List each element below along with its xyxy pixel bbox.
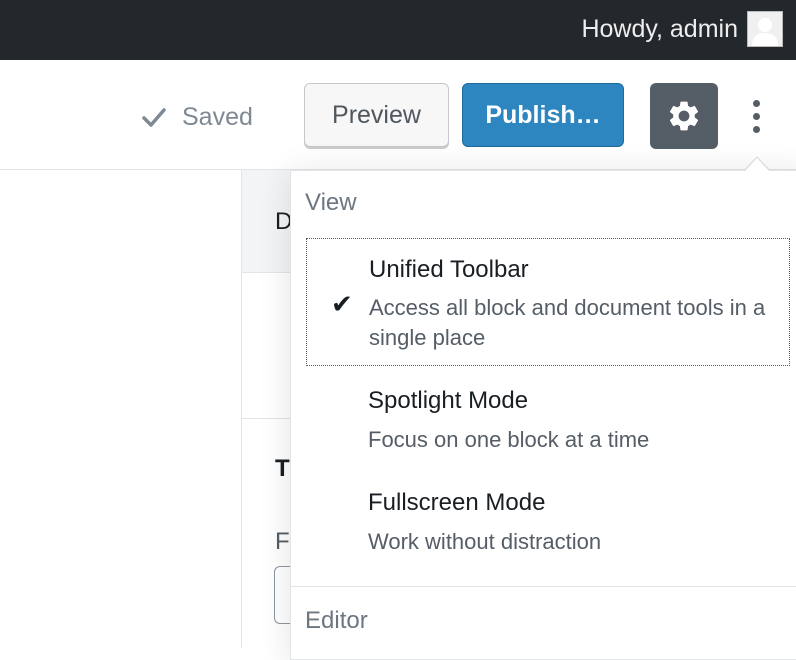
preview-button[interactable]: Preview <box>304 83 449 147</box>
publish-button[interactable]: Publish… <box>462 83 624 147</box>
more-tools-button[interactable] <box>738 92 774 140</box>
checkmark-icon <box>142 108 166 127</box>
admin-bar: Howdy, admin <box>0 0 796 60</box>
checkmark-icon: ✔ <box>331 289 353 319</box>
menu-item-spotlight-mode[interactable]: Spotlight Mode Focus on one block at a t… <box>306 372 790 462</box>
menu-item-title: Fullscreen Mode <box>368 489 546 516</box>
menu-item-description: Work without distraction <box>368 529 602 554</box>
menu-item-title: Unified Toolbar <box>369 256 529 283</box>
vertical-ellipsis-icon <box>752 112 760 120</box>
user-avatar-icon <box>752 18 778 46</box>
gear-icon <box>669 101 699 131</box>
menu-item-fullscreen-mode[interactable]: Fullscreen Mode Work without distraction <box>306 474 790 564</box>
menu-item-description: Access all block and document tools in a… <box>369 295 766 350</box>
menu-divider <box>291 586 796 587</box>
vertical-ellipsis-icon <box>752 99 760 107</box>
avatar[interactable] <box>747 11 783 47</box>
menu-item-unified-toolbar[interactable]: ✔ Unified Toolbar Access all block and d… <box>306 238 790 366</box>
menu-group-label-editor: Editor <box>305 607 368 634</box>
vertical-ellipsis-icon <box>752 125 760 133</box>
sidebar-panel-title[interactable]: T <box>275 455 290 483</box>
user-greeting[interactable]: Howdy, admin <box>581 14 738 44</box>
saved-label: Saved <box>182 102 253 131</box>
settings-button[interactable] <box>650 83 718 149</box>
menu-group-label-view: View <box>305 189 357 216</box>
sidebar-field-label: F <box>275 528 290 555</box>
menu-item-description: Focus on one block at a time <box>368 427 650 452</box>
menu-item-title: Spotlight Mode <box>368 387 529 414</box>
menu-arrow-fill <box>745 158 769 171</box>
saved-status: Saved <box>140 101 253 133</box>
